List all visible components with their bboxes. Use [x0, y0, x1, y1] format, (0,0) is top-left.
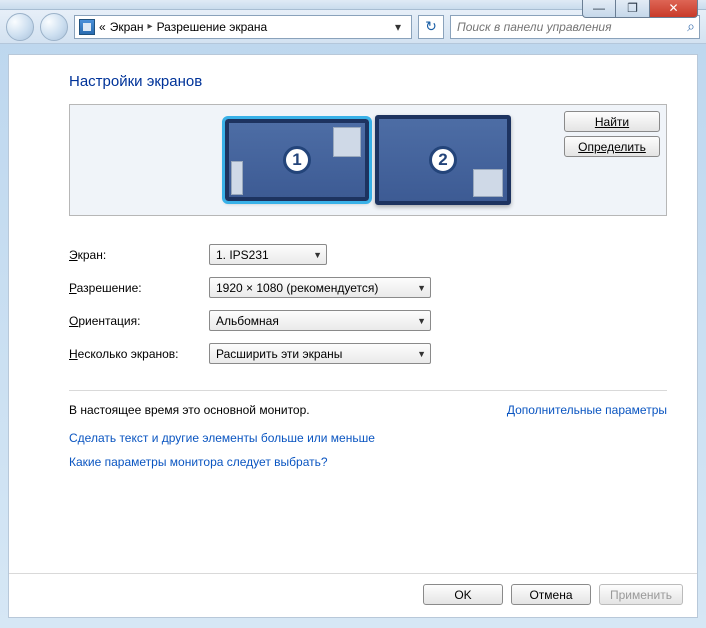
control-panel-icon [79, 19, 95, 35]
display-label: Экран: [69, 248, 209, 262]
breadcrumb-display[interactable]: Экран [110, 20, 144, 34]
content-area: Настройки экранов 1 2 Найти Определить [9, 55, 697, 573]
window-decoration-icon [333, 127, 361, 157]
identify-button[interactable]: Определить [564, 136, 660, 157]
multiple-displays-label: Несколько экранов: [69, 347, 209, 361]
chevron-down-icon: ▼ [407, 283, 426, 293]
refresh-icon: ↻ [425, 18, 437, 35]
breadcrumb-resolution[interactable]: Разрешение экрана [157, 20, 268, 34]
main-monitor-status: В настоящее время это основной монитор. [69, 403, 310, 417]
cancel-button[interactable]: Отмена [511, 584, 591, 605]
taskbar-decoration-icon [231, 161, 243, 195]
monitor-1[interactable]: 1 [225, 119, 369, 201]
chevron-down-icon: ▼ [407, 349, 426, 359]
display-arrangement-area[interactable]: 1 2 Найти Определить [69, 104, 667, 216]
search-box[interactable]: ⌕ [450, 15, 700, 39]
search-input[interactable] [455, 19, 687, 35]
chevron-down-icon: ▼ [407, 316, 426, 326]
help-links: Сделать текст и другие элементы больше и… [69, 431, 667, 469]
orientation-select-value: Альбомная [216, 314, 279, 328]
back-button[interactable] [6, 13, 34, 41]
chevron-down-icon: ▼ [303, 250, 322, 260]
close-button[interactable]: ✕ [650, 0, 698, 18]
monitor-1-number: 1 [283, 146, 311, 174]
text-size-link[interactable]: Сделать текст и другие элементы больше и… [69, 431, 667, 445]
window-decoration-icon [473, 169, 503, 197]
which-settings-link[interactable]: Какие параметры монитора следует выбрать… [69, 455, 667, 469]
resolution-select-value: 1920 × 1080 (рекомендуется) [216, 281, 378, 295]
main-panel: Настройки экранов 1 2 Найти Определить [8, 54, 698, 618]
orientation-label: Ориентация: [69, 314, 209, 328]
monitor-2[interactable]: 2 [375, 115, 511, 205]
window-controls: — ❐ ✕ [582, 0, 698, 18]
multiple-displays-select[interactable]: Расширить эти экраны ▼ [209, 343, 431, 364]
breadcrumb-prefix: « [99, 20, 106, 34]
dialog-footer: OK Отмена Применить [9, 573, 697, 609]
display-settings-form: Экран: 1. IPS231 ▼ Разрешение: 1920 × 10… [69, 244, 667, 364]
find-button[interactable]: Найти [564, 111, 660, 132]
address-bar[interactable]: « Экран ▸ Разрешение экрана ▾ [74, 15, 412, 39]
maximize-button[interactable]: ❐ [616, 0, 650, 18]
resolution-label: Разрешение: [69, 281, 209, 295]
status-line: В настоящее время это основной монитор. … [69, 390, 667, 417]
search-icon: ⌕ [687, 18, 695, 35]
multiple-displays-select-value: Расширить эти экраны [216, 347, 342, 361]
forward-button[interactable] [40, 13, 68, 41]
page-title: Настройки экранов [69, 73, 667, 90]
display-select-value: 1. IPS231 [216, 248, 269, 262]
titlebar: — ❐ ✕ [0, 0, 706, 10]
orientation-select[interactable]: Альбомная ▼ [209, 310, 431, 331]
monitor-2-number: 2 [429, 146, 457, 174]
display-select[interactable]: 1. IPS231 ▼ [209, 244, 327, 265]
advanced-settings-link[interactable]: Дополнительные параметры [507, 403, 667, 417]
address-dropdown-icon[interactable]: ▾ [389, 16, 407, 38]
ok-button[interactable]: OK [423, 584, 503, 605]
breadcrumb-sep-icon: ▸ [148, 21, 153, 32]
refresh-button[interactable]: ↻ [418, 15, 444, 39]
apply-button[interactable]: Применить [599, 584, 683, 605]
display-side-buttons: Найти Определить [564, 111, 660, 157]
minimize-button[interactable]: — [582, 0, 616, 18]
resolution-select[interactable]: 1920 × 1080 (рекомендуется) ▼ [209, 277, 431, 298]
